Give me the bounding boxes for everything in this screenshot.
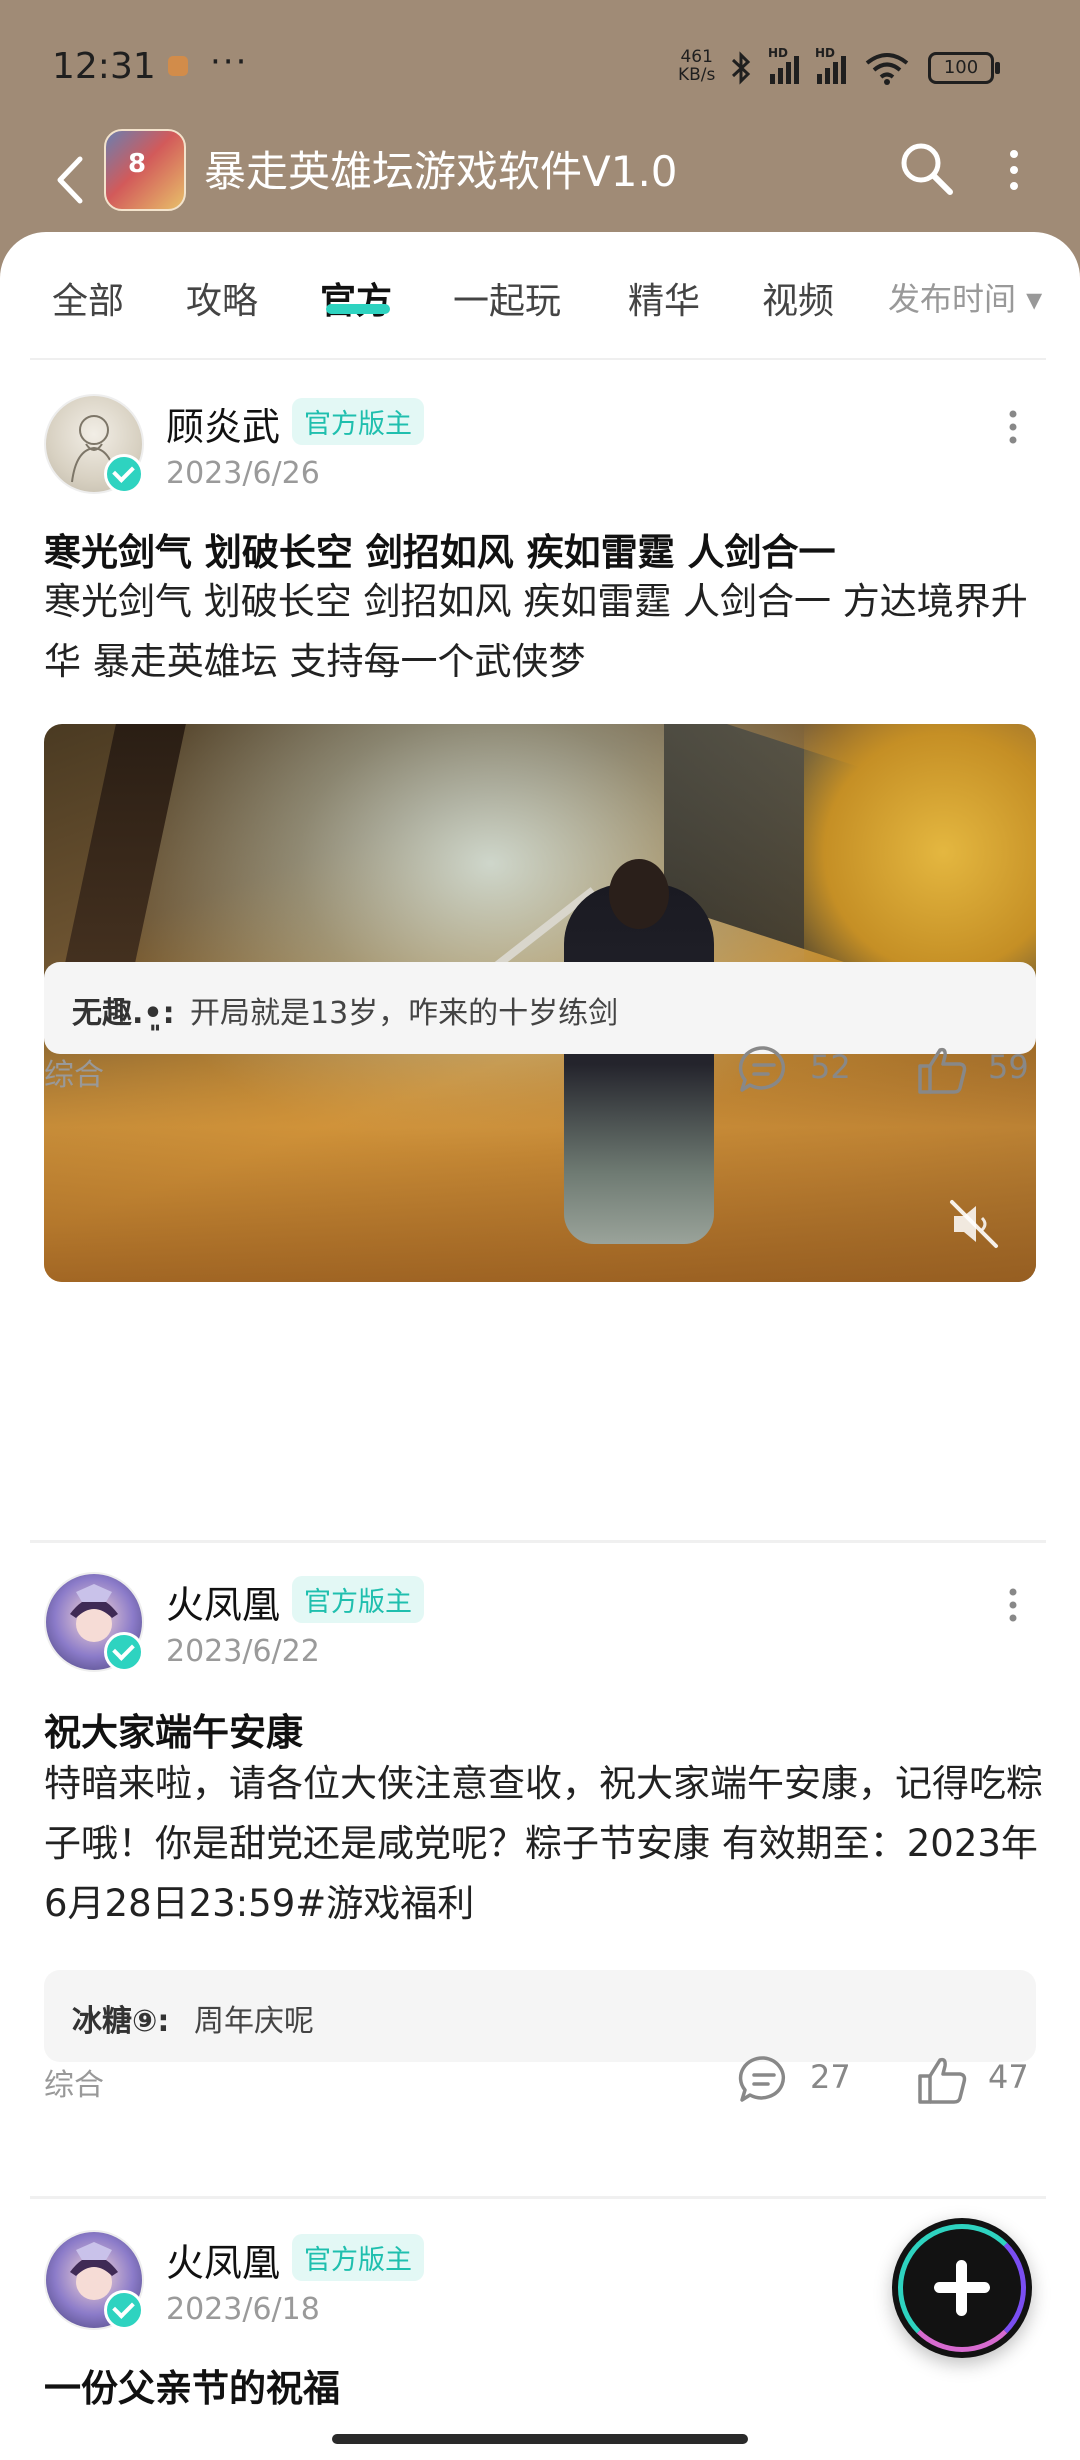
tab-featured[interactable]: 精华 — [628, 272, 700, 324]
tab-play-together[interactable]: 一起玩 — [453, 272, 561, 324]
like-count: 59 — [988, 1048, 1029, 1086]
hd-label-1: HD — [768, 46, 789, 60]
more-vertical-icon — [1009, 1588, 1017, 1622]
top-comment[interactable]: 冰糖⑨: 周年庆呢 — [44, 1970, 1036, 2062]
tab-all[interactable]: 全部 — [52, 272, 124, 324]
tab-videos[interactable]: 视频 — [762, 272, 834, 324]
post-date: 2023/6/26 — [166, 456, 320, 491]
search-button[interactable] — [896, 138, 956, 198]
verified-icon — [104, 454, 144, 494]
thumbs-up-icon — [918, 1047, 967, 1094]
more-button[interactable] — [996, 140, 1032, 200]
moderator-badge: 官方版主 — [292, 2234, 424, 2281]
thumbs-up-icon — [918, 2057, 967, 2104]
post-card[interactable]: 顾炎武 官方版主 2023/6/26 寒光剑气 划破长空 剑招如风 疾如雷霆 人… — [0, 362, 1080, 1282]
mute-button[interactable] — [944, 1194, 1004, 1254]
page-title: 暴走英雄坛游戏软件V1.0 — [204, 147, 678, 196]
comment-button[interactable] — [736, 1042, 792, 1098]
post-title[interactable]: 一份父亲节的祝福 — [44, 2358, 340, 2412]
back-button[interactable] — [44, 135, 94, 225]
home-indicator[interactable] — [332, 2434, 748, 2444]
comment-button[interactable] — [736, 2052, 792, 2108]
comment-count: 52 — [810, 1048, 851, 1086]
verified-icon — [104, 2290, 144, 2330]
post-more-button[interactable] — [1000, 1580, 1026, 1630]
battery-icon: 100 — [928, 52, 1000, 84]
verified-icon — [104, 1632, 144, 1672]
like-button[interactable] — [914, 2052, 970, 2108]
bluetooth-icon — [731, 51, 751, 85]
post-title[interactable]: 祝大家端午安康 — [44, 1702, 303, 1756]
post-category[interactable]: 综合 — [44, 1050, 104, 1094]
chevron-left-icon — [57, 156, 83, 204]
comment-user: 冰糖⑨: — [72, 2004, 170, 2039]
video-scene-head — [609, 859, 669, 929]
post-title[interactable]: 寒光剑气 划破长空 剑招如风 疾如雷霆 人剑合一 — [44, 522, 836, 576]
moderator-badge: 官方版主 — [292, 1576, 424, 1623]
content-card: 全部 攻略 官方 一起玩 精华 视频 发布时间 ▾ 顾炎武 官方版主 2023/… — [0, 232, 1080, 2460]
like-button[interactable] — [914, 1042, 970, 1098]
volume-mute-icon — [950, 1200, 998, 1248]
top-comment[interactable]: 无趣.•͈: 开局就是13岁，咋来的十岁练剑 — [44, 962, 1036, 1054]
comment-count: 27 — [810, 2058, 851, 2096]
network-speed-unit: KB/s — [678, 65, 716, 85]
sort-dropdown[interactable]: 发布时间 ▾ — [888, 274, 1042, 320]
post-more-button[interactable] — [1000, 402, 1026, 452]
status-bar: 12:31 ··· 461 KB/s HD HD 100 — [0, 0, 1080, 140]
author-name[interactable]: 顾炎武 — [166, 396, 280, 451]
tab-bar: 全部 攻略 官方 一起玩 精华 视频 发布时间 ▾ — [0, 232, 1080, 360]
hd-label-2: HD — [815, 46, 836, 60]
post-body[interactable]: 特暗来啦，请各位大侠注意查收，祝大家端午安康，记得吃粽子哦！你是甜党还是咸党呢？… — [44, 1754, 1044, 1934]
notification-app-icon — [168, 56, 188, 76]
status-icons: HD HD 100 — [730, 46, 1000, 88]
author-name[interactable]: 火凤凰 — [166, 2232, 280, 2287]
tab-official[interactable]: 官方 — [320, 272, 392, 324]
video-scene-leaves — [44, 1024, 1036, 1282]
comment-user: 无趣.•͈: — [72, 996, 175, 1031]
author-name[interactable]: 火凤凰 — [166, 1574, 280, 1629]
active-tab-indicator — [326, 304, 390, 314]
status-time: 12:31 — [52, 46, 156, 87]
wifi-icon — [865, 53, 909, 85]
like-count: 47 — [988, 2058, 1029, 2096]
cellular-signal-icon-1: HD — [768, 46, 799, 84]
post-body[interactable]: 寒光剑气 划破长空 剑招如风 疾如雷霆 人剑合一 方达境界升华 暴走英雄坛 支持… — [44, 572, 1044, 692]
post-card[interactable]: 火凤凰 官方版主 2023/6/22 祝大家端午安康 特暗来啦，请各位大侠注意查… — [0, 1542, 1080, 2202]
post-date: 2023/6/18 — [166, 2292, 320, 2327]
post-divider — [30, 2196, 1046, 2199]
comment-text: 周年庆呢 — [194, 2004, 314, 2039]
comment-text: 开局就是13岁，咋来的十岁练剑 — [190, 996, 619, 1031]
video-scene-swordsman — [564, 884, 714, 1244]
tab-guides[interactable]: 攻略 — [186, 272, 258, 324]
more-vertical-icon — [1010, 150, 1018, 190]
post-date: 2023/6/22 — [166, 1634, 320, 1669]
more-vertical-icon — [1009, 410, 1017, 444]
network-speed: 461 KB/s — [678, 48, 715, 84]
tabs-divider — [30, 358, 1046, 360]
network-speed-value: 461 — [680, 47, 713, 67]
moderator-badge: 官方版主 — [292, 398, 424, 445]
game-icon-text: 8 — [128, 149, 147, 179]
status-more-indicator: ··· — [210, 42, 249, 82]
post-category[interactable]: 综合 — [44, 2060, 104, 2104]
plus-icon-v — [956, 2260, 967, 2316]
create-post-button[interactable] — [892, 2218, 1032, 2358]
cellular-signal-icon-2: HD — [815, 46, 846, 84]
game-icon: 8 — [104, 129, 186, 211]
comment-icon — [738, 2056, 786, 2102]
comment-icon — [738, 1046, 786, 1092]
search-icon — [901, 143, 953, 195]
